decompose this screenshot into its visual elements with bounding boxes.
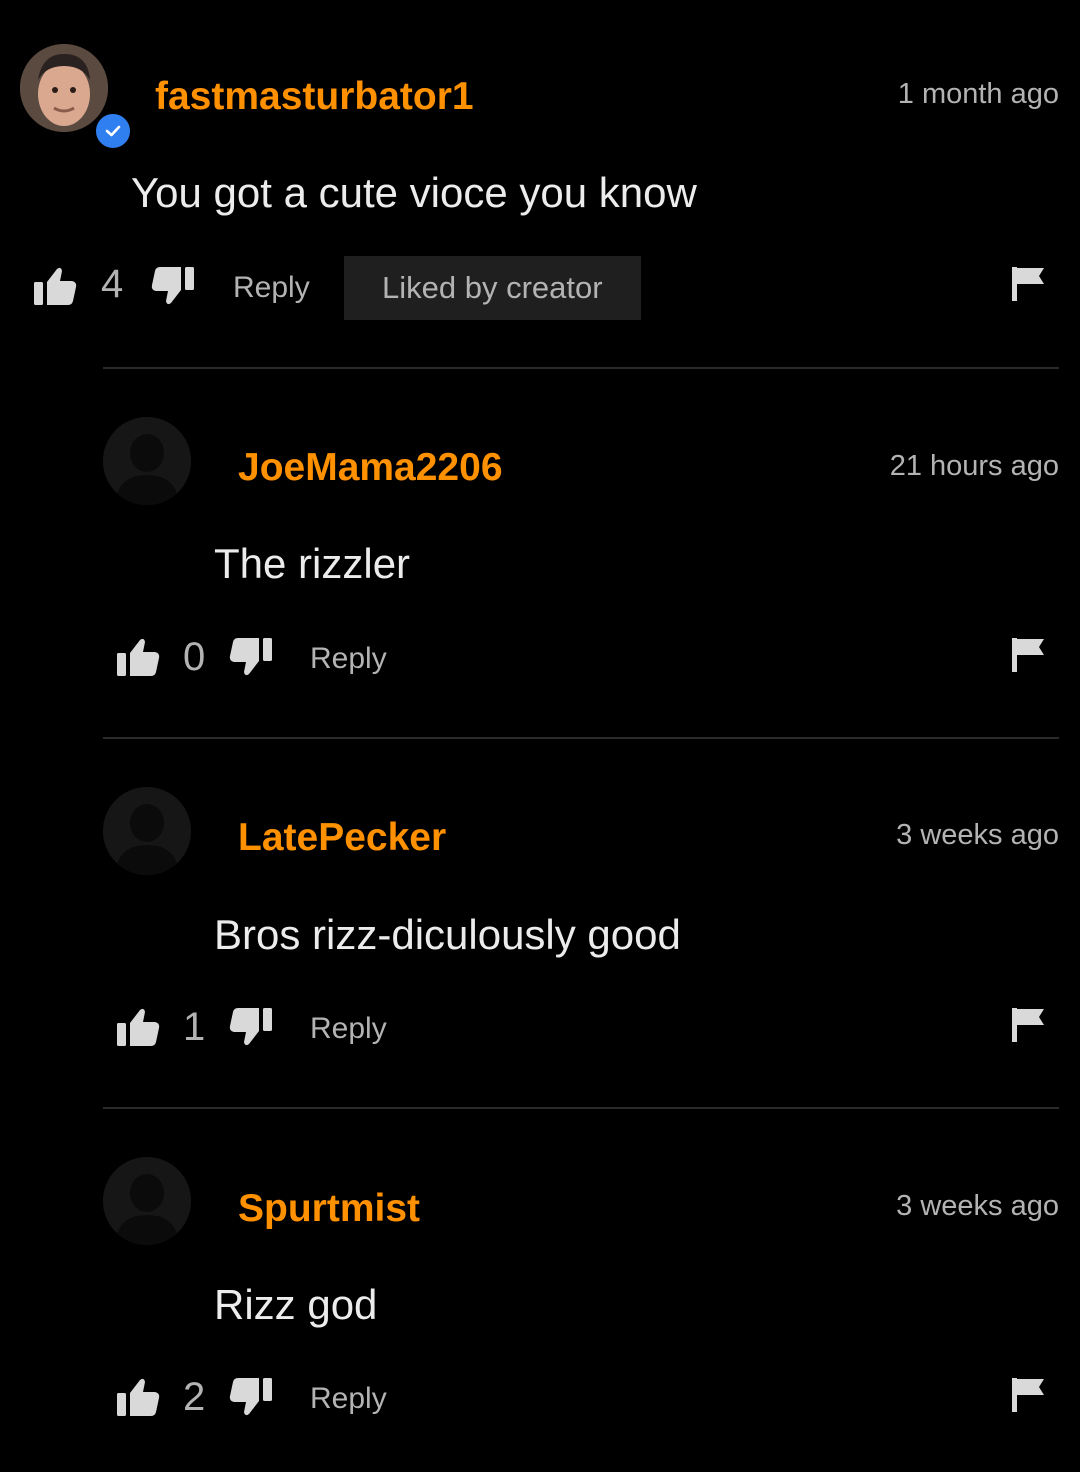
reply-button[interactable]: Reply [233,273,310,303]
comment-actions: 4 Reply Liked by creator [0,256,1080,320]
reply-button[interactable]: Reply [310,644,387,674]
flag-icon[interactable] [1011,1377,1045,1413]
thumbs-down-icon[interactable] [229,1007,273,1047]
timestamp: 3 weeks ago [896,1190,1059,1222]
default-avatar-icon [103,787,191,875]
user-photo-icon [20,44,108,132]
reply-button[interactable]: Reply [310,1384,387,1414]
like-count: 1 [183,1005,206,1049]
like-count: 0 [183,635,206,679]
comment-text: Rizz god [214,1281,378,1328]
avatar[interactable] [103,1157,191,1245]
comment: Spurtmist 3 weeks ago Rizz god 2 Reply [0,1110,1080,1472]
timestamp: 3 weeks ago [896,819,1059,851]
reply-button[interactable]: Reply [310,1014,387,1044]
thumbs-up-icon[interactable] [33,266,77,306]
like-count: 4 [101,262,124,306]
comment-actions: 0 Reply [0,627,1080,691]
comment-text: The rizzler [214,540,411,587]
avatar[interactable] [103,417,191,505]
like-count: 2 [183,1375,206,1419]
avatar[interactable] [103,787,191,875]
thumbs-down-icon[interactable] [229,1377,273,1417]
flag-icon[interactable] [1011,1007,1045,1043]
comment: fastmasturbator1 1 month ago You got a c… [0,0,1080,370]
username[interactable]: JoeMama2206 [238,448,503,487]
divider [103,1107,1059,1109]
comment-actions: 1 Reply [0,997,1080,1061]
comment: JoeMama2206 21 hours ago The rizzler 0 R… [0,370,1080,740]
thumbs-up-icon[interactable] [116,1377,160,1417]
divider [103,737,1059,739]
thumbs-down-icon[interactable] [151,266,195,306]
thumbs-up-icon[interactable] [116,1007,160,1047]
default-avatar-icon [103,417,191,505]
timestamp: 1 month ago [897,78,1059,110]
comment: LatePecker 3 weeks ago Bros rizz-diculou… [0,740,1080,1110]
timestamp: 21 hours ago [889,450,1059,482]
avatar[interactable] [20,44,108,132]
username[interactable]: LatePecker [238,818,446,857]
username[interactable]: Spurtmist [238,1189,420,1228]
liked-by-creator-badge: Liked by creator [344,256,641,320]
thumbs-down-icon[interactable] [229,637,273,677]
comment-actions: 2 Reply [0,1367,1080,1431]
flag-icon[interactable] [1011,637,1045,673]
comment-text: Bros rizz-diculously good [214,911,681,958]
verified-check-icon [94,112,132,150]
default-avatar-icon [103,1157,191,1245]
thumbs-up-icon[interactable] [116,637,160,677]
username[interactable]: fastmasturbator1 [155,77,474,116]
comment-text: You got a cute vioce you know [131,169,697,216]
divider [103,367,1059,369]
flag-icon[interactable] [1011,266,1045,302]
